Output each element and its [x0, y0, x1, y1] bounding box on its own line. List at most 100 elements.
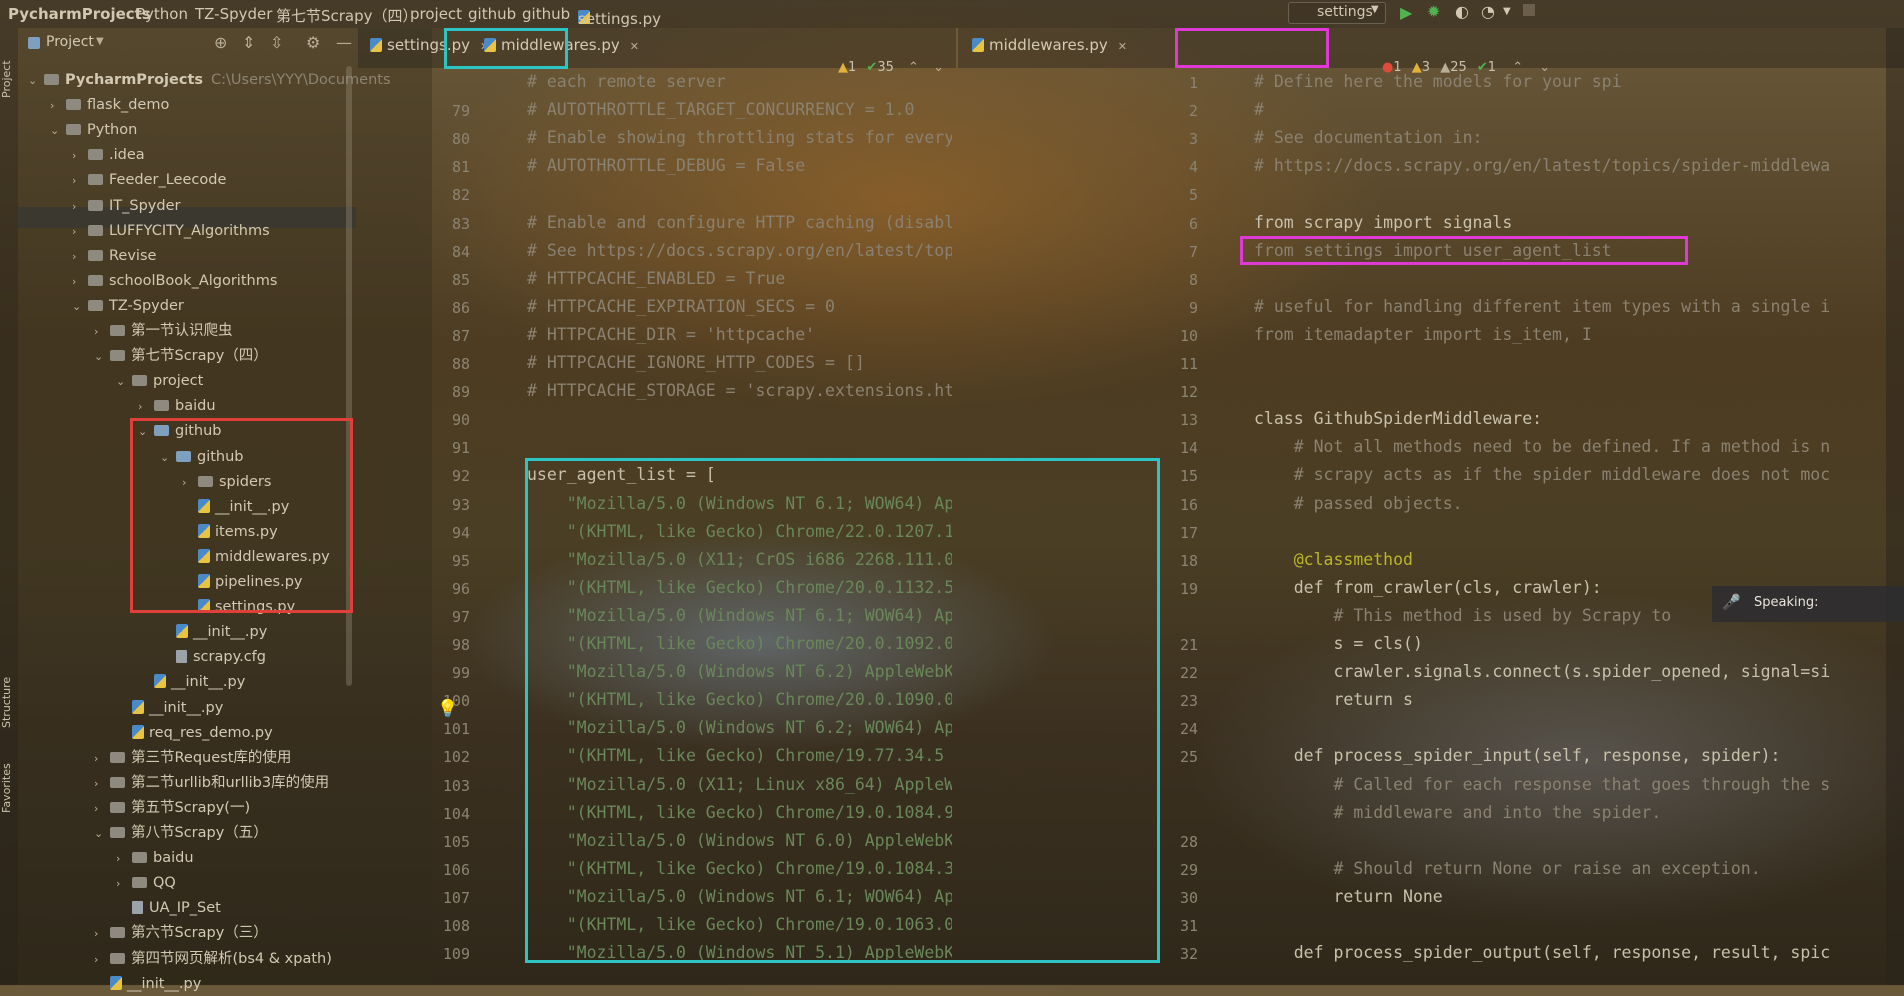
line-number: 1 [1188, 74, 1198, 92]
tree-item[interactable]: › baidu [138, 394, 216, 418]
breadcrumb-item[interactable]: github [468, 5, 516, 23]
tree-item[interactable]: ⌄ project [116, 369, 203, 393]
code-line: # Enable showing throttling stats for ev… [527, 128, 952, 148]
run-config-select[interactable]: settings ▼ [1288, 2, 1386, 24]
chevron-down-icon[interactable]: ⌄ [72, 295, 84, 319]
code-line: # [1254, 100, 1264, 120]
chevron-down-icon[interactable]: ⌄ [94, 345, 106, 369]
chevron-right-icon[interactable]: › [94, 772, 106, 796]
chevron-down-icon[interactable]: ⌄ [28, 69, 40, 93]
tree-item[interactable]: ⌄ 第八节Scrapy（五） [94, 821, 268, 845]
tree-item[interactable]: › QQ [116, 871, 176, 895]
coverage-icon[interactable]: ◐ [1455, 2, 1469, 21]
tree-item[interactable]: ⌄ Python [50, 118, 137, 142]
breadcrumb-item[interactable]: github [522, 5, 570, 23]
tree-item[interactable]: __init__.py [94, 972, 201, 996]
favorites-tool-label[interactable]: Favorites [0, 743, 18, 813]
tree-item[interactable]: › schoolBook_Algorithms [72, 269, 277, 293]
folder-icon [110, 952, 125, 964]
tree-item[interactable]: › 第五节Scrapy(一) [94, 796, 250, 820]
chevron-right-icon[interactable]: › [94, 922, 106, 946]
python-file-icon [972, 38, 984, 52]
line-number: 102 [442, 748, 470, 767]
python-file-icon [132, 699, 144, 714]
chevron-right-icon[interactable]: › [94, 747, 106, 771]
chevron-right-icon[interactable]: › [72, 220, 84, 244]
tree-item[interactable]: › Revise [72, 244, 156, 268]
chevron-right-icon[interactable]: › [94, 320, 106, 344]
tree-item[interactable]: › baidu [116, 846, 194, 870]
tree-item[interactable]: UA_IP_Set [116, 896, 221, 920]
tree-item[interactable]: › flask_demo [50, 93, 169, 117]
tree-item[interactable]: ⌄ TZ-Spyder [72, 294, 184, 318]
tree-item[interactable]: __init__.py [138, 670, 245, 694]
folder-icon [110, 751, 125, 763]
project-view-select[interactable]: Project [46, 34, 94, 50]
tree-item[interactable]: scrapy.cfg [160, 645, 266, 669]
breadcrumb-item[interactable]: TZ-Spyder [195, 5, 272, 23]
code-line: # https://docs.scrapy.org/en/latest/topi… [1254, 156, 1831, 176]
run-icon[interactable]: ▶ [1400, 3, 1412, 22]
highlight-box-user-agent-list [525, 458, 1160, 963]
tree-item-label: .idea [109, 147, 145, 164]
gear-icon[interactable]: ⚙ [306, 33, 320, 52]
chevron-right-icon[interactable]: › [72, 169, 84, 193]
tree-item[interactable]: › 第四节网页解析(bs4 & xpath) [94, 947, 332, 971]
tree-item[interactable]: ⌄ PycharmProjects C:\Users\YYY\Documents [28, 68, 391, 92]
chevron-down-icon[interactable]: ▼ [96, 36, 104, 47]
code-line: # Define here the models for your spi [1254, 72, 1622, 91]
bulb-icon[interactable]: 💡 [437, 699, 458, 719]
breadcrumb-item[interactable]: project [410, 5, 462, 23]
tree-item[interactable]: req_res_demo.py [116, 721, 273, 745]
chevron-down-icon[interactable]: ⌄ [50, 119, 62, 143]
hide-panel-icon[interactable]: — [336, 33, 352, 52]
line-number: 15 [1179, 467, 1198, 486]
tree-item[interactable]: ⌄ 第七节Scrapy（四） [94, 344, 268, 368]
tree-item[interactable]: › 第三节Request库的使用 [94, 746, 291, 770]
tree-item-label: flask_demo [87, 97, 170, 114]
tree-item[interactable]: › IT_Spyder [72, 194, 180, 218]
project-tool-label[interactable]: Project [0, 38, 18, 98]
tree-item[interactable]: › 第六节Scrapy（三） [94, 921, 268, 945]
tree-item[interactable]: › .idea [72, 143, 145, 167]
stop-icon[interactable] [1523, 4, 1535, 16]
chevron-right-icon[interactable]: › [72, 144, 84, 168]
chevron-right-icon[interactable]: › [72, 195, 84, 219]
line-number: 83 [451, 214, 470, 233]
chevron-down-icon[interactable]: ▼ [1503, 6, 1511, 17]
folder-icon [66, 124, 81, 136]
debug-icon[interactable]: ✹ [1427, 2, 1440, 21]
tree-item[interactable]: › Feeder_Leecode [72, 168, 226, 192]
collapse-all-icon[interactable]: ⇳ [270, 33, 283, 52]
chevron-right-icon[interactable]: › [116, 847, 128, 871]
folder-icon [88, 199, 103, 211]
locate-icon[interactable]: ⊕ [214, 33, 227, 52]
tree-item[interactable]: › 第二节urllib和urllib3库的使用 [94, 771, 329, 795]
chevron-right-icon[interactable]: › [72, 245, 84, 269]
chevron-right-icon[interactable]: › [94, 948, 106, 972]
chevron-right-icon[interactable]: › [50, 94, 62, 118]
chevron-right-icon[interactable]: › [138, 395, 150, 419]
tree-item[interactable]: __init__.py [160, 620, 267, 644]
line-number: 3 [1188, 130, 1198, 149]
config-file-icon [176, 650, 187, 664]
chevron-right-icon[interactable]: › [72, 270, 84, 294]
tree-item[interactable]: › 第一节认识爬虫 [94, 319, 233, 343]
line-number: 103 [442, 776, 470, 795]
chevron-down-icon[interactable]: ⌄ [94, 822, 106, 846]
breadcrumb-item[interactable]: 第七节Scrapy（四） [276, 5, 418, 26]
structure-tool-label[interactable]: Structure [0, 658, 18, 728]
line-number: 106 [442, 860, 470, 879]
expand-all-icon[interactable]: ⇕ [242, 33, 255, 52]
chevron-down-icon[interactable]: ⌄ [116, 370, 128, 394]
code-line: def process_spider_input(self, response,… [1254, 746, 1781, 766]
line-number: 5 [1188, 186, 1198, 205]
profile-icon[interactable]: ◔ [1481, 2, 1495, 21]
tree-item[interactable]: › LUFFYCITY_Algorithms [72, 219, 270, 243]
tab-middlewares-right[interactable]: middlewares.py ✕ [972, 36, 1127, 54]
breadcrumb-item[interactable]: Python [136, 5, 188, 23]
chevron-right-icon[interactable]: › [116, 872, 128, 896]
tree-item[interactable]: __init__.py [116, 696, 223, 720]
chevron-right-icon[interactable]: › [94, 797, 106, 821]
project-crumb[interactable]: PycharmProjects [8, 5, 151, 23]
